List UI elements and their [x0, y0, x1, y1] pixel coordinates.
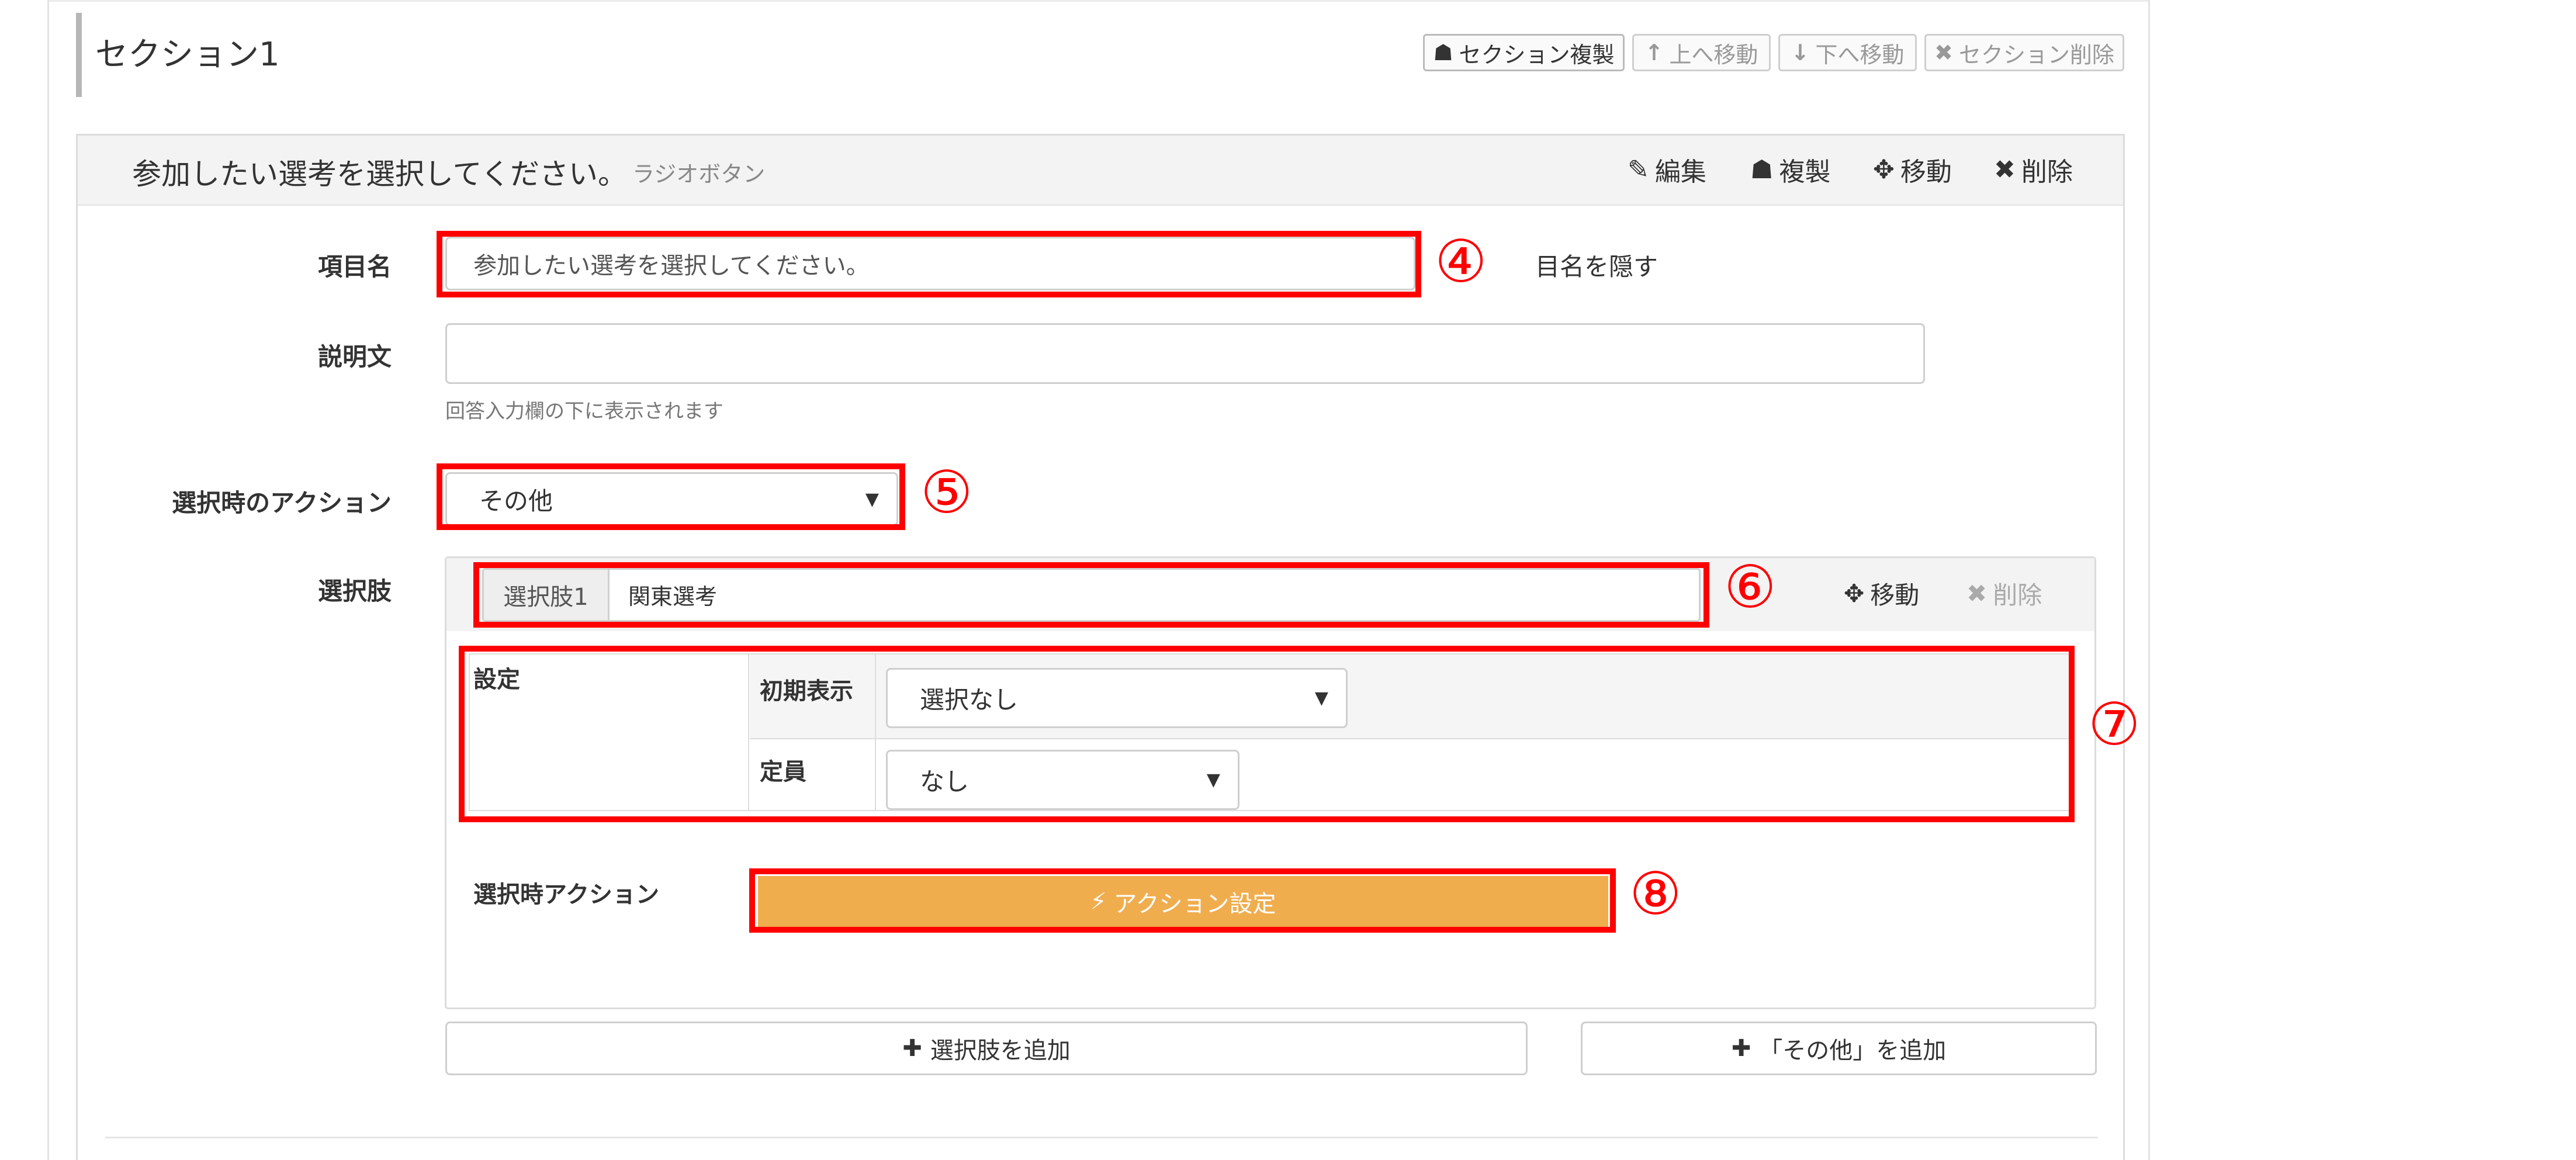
item-edit-button[interactable]: ✎ 編集	[1628, 151, 1706, 188]
item-edit-label: 編集	[1654, 157, 1706, 187]
annotation-number-4: ④	[1435, 227, 1487, 296]
left-border	[47, 0, 49, 1160]
choice-move-label: 移動	[1870, 581, 1920, 610]
annotation-number-5: ⑤	[920, 458, 973, 527]
divider	[105, 1137, 2098, 1138]
section-move-up-label: 上へ移動	[1669, 41, 1758, 68]
item-move-button[interactable]: ✥ 移動	[1873, 151, 1952, 188]
move-icon: ✥	[1873, 154, 1895, 185]
add-other-label: 「その他」を追加	[1759, 1037, 1947, 1064]
add-choice-button[interactable]: ✚ 選択肢を追加	[445, 1022, 1528, 1075]
item-delete-button[interactable]: ✖ 削除	[1994, 151, 2073, 188]
right-border	[2148, 0, 2150, 1160]
section-duplicate-label: セクション複製	[1459, 41, 1615, 68]
annotation-box-6	[473, 562, 1709, 628]
top-border	[47, 0, 2150, 2]
annotation-box-7	[459, 646, 2075, 822]
pencil-icon: ✎	[1628, 154, 1649, 185]
section-delete-button[interactable]: ✖ セクション削除	[1924, 34, 2124, 71]
select-action-label: 選択時のアクション	[172, 489, 392, 517]
arrow-down-icon: ↓	[1791, 40, 1810, 65]
item-duplicate-label: 複製	[1779, 157, 1831, 187]
item-delete-label: 削除	[2021, 157, 2073, 187]
arrow-up-icon: ↑	[1644, 40, 1664, 65]
annotation-number-8: ⑧	[1629, 860, 1682, 928]
add-choice-label: 選択肢を追加	[930, 1037, 1071, 1064]
plus-icon: ✚	[902, 1035, 922, 1062]
close-icon: ✖	[1934, 40, 1953, 65]
section-title: セクション1	[95, 36, 280, 74]
item-type-label: ラジオボタン	[632, 161, 766, 187]
section-accent-bar	[76, 13, 82, 97]
item-duplicate-button[interactable]: ☗ 複製	[1750, 151, 1830, 188]
section-move-up-button[interactable]: ↑ 上へ移動	[1632, 34, 1771, 71]
add-other-button[interactable]: ✚ 「その他」を追加	[1581, 1022, 2097, 1075]
annotation-box-8	[749, 868, 1616, 933]
duplicate-icon: ☗	[1433, 40, 1453, 65]
choices-label: 選択肢	[317, 577, 392, 605]
description-help-text: 回答入力欄の下に表示されます	[445, 400, 723, 423]
annotation-box-5	[437, 463, 905, 530]
section-move-down-label: 下へ移動	[1815, 41, 1905, 68]
close-icon: ✖	[1966, 579, 1988, 608]
annotation-number-6: ⑥	[1724, 553, 1777, 621]
choice-select-action-label: 選択時アクション	[473, 881, 659, 908]
item-name-label: 項目名	[317, 252, 392, 281]
description-label: 説明文	[317, 342, 392, 371]
move-icon: ✥	[1844, 579, 1865, 608]
choice-delete-label: 削除	[1993, 581, 2042, 610]
hide-name-checkbox-label[interactable]: 目名を隠す	[1535, 247, 1658, 283]
section-delete-label: セクション削除	[1958, 41, 2114, 68]
choice-move-button[interactable]: ✥ 移動	[1844, 576, 1919, 611]
item-move-label: 移動	[1900, 157, 1952, 187]
plus-icon: ✚	[1731, 1035, 1751, 1062]
duplicate-icon: ☗	[1750, 154, 1774, 185]
annotation-box-4	[437, 231, 1421, 297]
section-move-down-button[interactable]: ↓ 下へ移動	[1778, 34, 1917, 71]
section-duplicate-button[interactable]: ☗ セクション複製	[1423, 34, 1625, 71]
description-input[interactable]	[445, 323, 1925, 384]
annotation-number-7: ⑦	[2088, 690, 2141, 759]
close-icon: ✖	[1994, 154, 2016, 185]
choice-delete-button[interactable]: ✖ 削除	[1966, 576, 2042, 611]
item-title: 参加したい選考を選択してください。	[132, 157, 627, 191]
